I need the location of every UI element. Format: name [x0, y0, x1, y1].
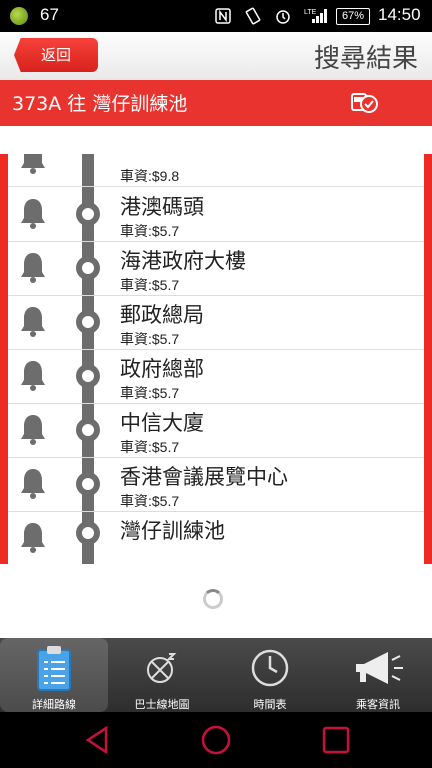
tab-passenger-info[interactable]: 乘客資訊: [324, 638, 432, 712]
bell-icon[interactable]: [18, 154, 48, 175]
battery-indicator: 67%: [336, 8, 370, 25]
route-bar: 373A 往 灣仔訓練池: [0, 80, 432, 126]
tab-label: 乘客資訊: [356, 698, 400, 711]
stop-fare: 車資:$5.7: [120, 331, 180, 347]
route-title: 373A 往 灣仔訓練池: [12, 93, 188, 115]
list-item[interactable]: 中信大廈 車資:$5.7: [8, 403, 424, 458]
home-nav-icon[interactable]: [200, 724, 232, 756]
app-notification-icon: [10, 7, 28, 25]
megaphone-icon: [356, 652, 403, 684]
stop-fare: 車資:$5.7: [120, 385, 180, 401]
page-title: 搜尋結果: [313, 44, 418, 74]
clipboard-list-icon: [37, 646, 71, 691]
stop-list-panel: 車資:$9.8 港澳碼頭 車資:$5.7 海港政府大樓 車資:$5.7 郵政總局…: [0, 126, 432, 638]
app-header: 返回 搜尋結果: [0, 32, 432, 80]
stop-list[interactable]: 車資:$9.8 港澳碼頭 車資:$5.7 海港政府大樓 車資:$5.7 郵政總局…: [8, 154, 424, 564]
nfc-icon: [215, 8, 231, 24]
bell-icon[interactable]: [18, 196, 48, 230]
stop-name: 灣仔訓練池: [120, 519, 225, 543]
bell-icon[interactable]: [18, 358, 48, 392]
bell-icon[interactable]: [18, 520, 48, 554]
list-top-spacer: [0, 126, 432, 154]
list-item[interactable]: 車資:$9.8: [8, 154, 424, 187]
stop-fare: 車資:$9.8: [120, 168, 180, 184]
notification-count: 67: [40, 5, 59, 24]
stop-name: 港澳碼頭: [120, 195, 204, 219]
system-nav-bar: [0, 712, 432, 768]
list-item[interactable]: 政府總部 車資:$5.7: [8, 349, 424, 404]
list-item[interactable]: 海港政府大樓 車資:$5.7: [8, 241, 424, 296]
bus-schedule-icon[interactable]: [350, 91, 380, 115]
stop-name: 海港政府大樓: [120, 249, 246, 273]
map-pin-icon: [147, 653, 177, 683]
tab-label: 詳細路線: [32, 698, 76, 711]
lte-signal-icon: LTE: [304, 9, 327, 23]
bell-icon[interactable]: [18, 304, 48, 338]
list-item[interactable]: 灣仔訓練池: [8, 511, 424, 564]
stop-name: 中信大廈: [120, 411, 204, 435]
stop-fare: 車資:$5.7: [120, 223, 180, 239]
tab-timetable[interactable]: 時間表: [216, 638, 324, 712]
bell-icon[interactable]: [18, 412, 48, 446]
vibrate-icon: [245, 7, 261, 25]
tab-bus-map[interactable]: 巴士線地圖: [108, 638, 216, 712]
stop-marker: [76, 418, 100, 442]
stop-fare: 車資:$5.7: [120, 493, 180, 509]
stop-marker: [76, 521, 100, 545]
tab-label: 巴士線地圖: [134, 698, 190, 711]
list-item[interactable]: 香港會議展覽中心 車資:$5.7: [8, 457, 424, 512]
stop-marker: [76, 472, 100, 496]
back-button[interactable]: 返回: [14, 38, 98, 72]
stop-name: 郵政總局: [120, 303, 204, 327]
svg-text:LTE: LTE: [304, 9, 317, 16]
bell-icon[interactable]: [18, 466, 48, 500]
stop-marker: [76, 256, 100, 280]
bottom-tab-bar: 詳細路線 巴士線地圖 時間表 乘客資訊: [0, 638, 432, 712]
loading-spinner: [203, 589, 223, 609]
alarm-icon: [276, 10, 290, 24]
tab-label: 時間表: [253, 698, 287, 711]
list-item[interactable]: 港澳碼頭 車資:$5.7: [8, 187, 424, 242]
stop-name: 香港會議展覽中心: [120, 465, 288, 489]
stop-fare: 車資:$5.7: [120, 439, 180, 455]
list-item[interactable]: 郵政總局 車資:$5.7: [8, 295, 424, 350]
stop-marker: [76, 310, 100, 334]
stop-marker: [76, 202, 100, 226]
bell-icon[interactable]: [18, 250, 48, 284]
stop-name: 政府總部: [120, 357, 204, 381]
clock-icon: [251, 649, 289, 687]
stop-fare: 車資:$5.7: [120, 277, 180, 293]
stop-marker: [76, 364, 100, 388]
back-nav-icon[interactable]: [82, 724, 112, 756]
status-bar: 67 LTE 67% 14:50: [0, 0, 432, 32]
clock-time: 14:50: [378, 5, 421, 24]
stop-list-frame: 車資:$9.8 港澳碼頭 車資:$5.7 海港政府大樓 車資:$5.7 郵政總局…: [0, 154, 432, 564]
tab-route-details[interactable]: 詳細路線: [0, 638, 108, 712]
recents-nav-icon[interactable]: [320, 724, 352, 756]
